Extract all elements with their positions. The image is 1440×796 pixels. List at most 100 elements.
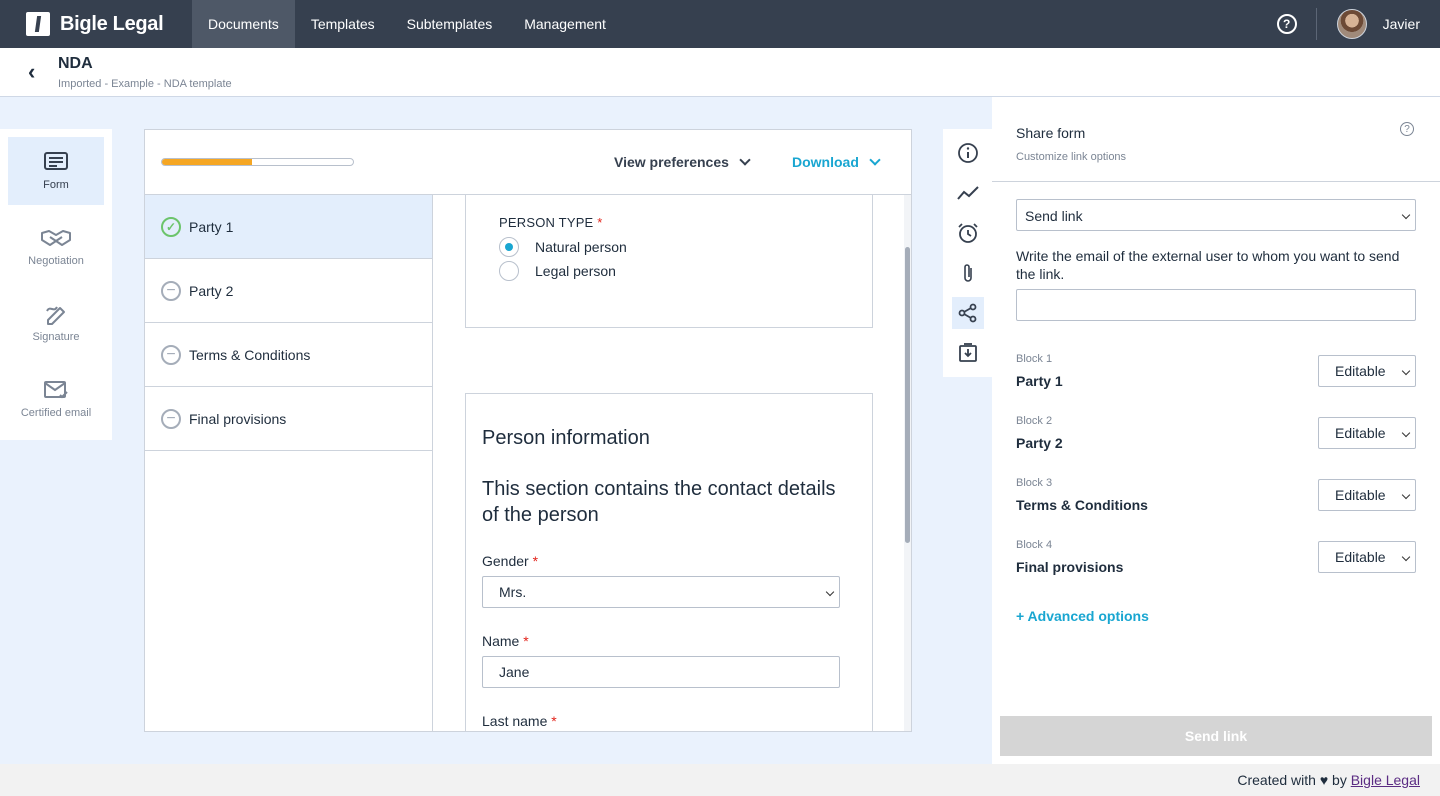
left-sidebar: Form Negotiation Signature Certified ema… [0,129,112,440]
nav-templates[interactable]: Templates [295,0,391,48]
last-name-label: Last name * [482,713,557,729]
help-icon[interactable]: ? [1400,122,1414,136]
nav-subtemplates[interactable]: Subtemplates [391,0,509,48]
chevron-down-icon [1401,428,1411,438]
brand-name: Bigle Legal [60,12,164,35]
footer-credit: Created with ♥ by Bigle Legal [1237,772,1420,788]
sidebar-item-signature[interactable]: Signature [8,289,104,357]
view-preferences-dropdown[interactable]: View preferences [614,154,751,170]
footer: Created with ♥ by Bigle Legal [0,764,1440,796]
form-toolbar: View preferences Download [145,130,911,195]
block-item-label: Final provisions [189,410,287,427]
radio-button[interactable] [499,261,519,281]
sidebar-item-label: Signature [32,331,80,343]
tool-rail [943,129,992,377]
person-type-label: PERSON TYPE * [499,215,603,230]
certified-mail-icon [44,379,68,401]
radio-button-checked[interactable] [499,237,519,257]
share-mode-select[interactable]: Send link [1016,199,1416,231]
share-icon[interactable] [952,297,984,329]
permission-select[interactable]: Editable [1318,417,1416,449]
chevron-down-icon [825,587,835,597]
radio-natural-person[interactable]: Natural person [499,237,627,257]
page-subtitle: Imported - Example - NDA template [58,78,232,90]
required-marker: * [532,553,539,569]
handshake-icon [40,227,72,249]
chevron-down-icon [869,154,881,166]
form-panel: View preferences Download ✓ Party 1 − Pa… [144,129,912,732]
radio-legal-person[interactable]: Legal person [499,261,616,281]
view-preferences-label: View preferences [614,154,729,170]
block-name: Final provisions [1016,559,1124,575]
attachment-icon[interactable] [952,257,984,289]
gender-select[interactable]: Mrs. [482,576,840,608]
advanced-options-link[interactable]: + Advanced options [1016,608,1149,624]
block-label: Block 1 [1016,353,1053,365]
brand-logo[interactable]: Bigle Legal [0,0,192,48]
form-icon [44,151,68,173]
alarm-icon[interactable] [952,217,984,249]
page-title: NDA [58,55,93,72]
permission-value: Editable [1335,487,1386,503]
name-value: Jane [499,664,530,680]
form-scrollbar[interactable] [904,195,911,731]
activity-icon[interactable] [952,177,984,209]
avatar[interactable] [1336,9,1367,39]
signature-pen-icon [45,303,67,325]
block-item-terms[interactable]: − Terms & Conditions [145,323,432,387]
minus-circle-icon: − [161,344,181,365]
block-label: Block 2 [1016,415,1053,427]
person-information-card: Person information This section contains… [465,393,873,731]
required-marker: * [551,713,557,729]
nav-management[interactable]: Management [508,0,622,48]
radio-label: Legal person [535,263,616,279]
sidebar-item-label: Form [43,179,69,191]
permission-select[interactable]: Editable [1318,479,1416,511]
name-input[interactable]: Jane [482,656,840,688]
block-item-party-2[interactable]: − Party 2 [145,259,432,323]
sidebar-item-certified-email[interactable]: Certified email [8,365,104,433]
permission-value: Editable [1335,363,1386,379]
gender-value: Mrs. [499,584,527,600]
block-label: Block 4 [1016,539,1053,551]
help-icon[interactable]: ? [1276,14,1297,34]
sidebar-item-form[interactable]: Form [8,137,104,205]
progress-bar [161,158,354,166]
last-name-label-text: Last name [482,713,548,729]
divider [992,181,1440,182]
scrollbar-thumb[interactable] [905,247,910,543]
minus-circle-icon: − [161,280,181,301]
share-form-panel: Share form Customize link options ? Send… [992,97,1440,764]
permission-value: Editable [1335,549,1386,565]
info-icon[interactable] [952,137,984,169]
block-list: ✓ Party 1 − Party 2 − Terms & Conditions… [145,195,433,731]
download-box-icon[interactable] [952,337,984,369]
permission-select[interactable]: Editable [1318,541,1416,573]
footer-text: Created with ♥ by [1237,772,1347,788]
block-name: Party 2 [1016,435,1063,451]
section-title: Person information [482,427,650,449]
email-field[interactable] [1016,289,1416,321]
share-description: Write the email of the external user to … [1016,248,1400,282]
share-subtitle: Customize link options [1016,151,1127,163]
block-item-label: Party 2 [189,282,234,299]
nav-documents[interactable]: Documents [192,0,295,48]
sidebar-item-negotiation[interactable]: Negotiation [8,213,104,281]
form-body[interactable]: PERSON TYPE * Natural person Legal perso… [434,195,911,731]
block-item-final-provisions[interactable]: − Final provisions [145,387,432,451]
permission-select[interactable]: Editable [1318,355,1416,387]
back-arrow-icon[interactable]: ‹ [28,61,46,83]
check-circle-icon: ✓ [161,216,181,237]
send-link-button[interactable]: Send link [1000,716,1432,756]
user-name[interactable]: Javier [1383,16,1420,32]
minus-circle-icon: − [161,408,181,429]
document-header: ‹ NDA Imported - Example - NDA template [0,48,1440,97]
logo-icon [26,12,50,36]
block-item-party-1[interactable]: ✓ Party 1 [145,195,432,259]
chevron-down-icon [1401,490,1411,500]
top-navbar: Bigle Legal Documents Templates Subtempl… [0,0,1440,48]
download-dropdown[interactable]: Download [792,154,881,170]
sidebar-item-label: Certified email [20,407,92,419]
chevron-down-icon [1401,366,1411,376]
footer-link[interactable]: Bigle Legal [1351,772,1420,788]
